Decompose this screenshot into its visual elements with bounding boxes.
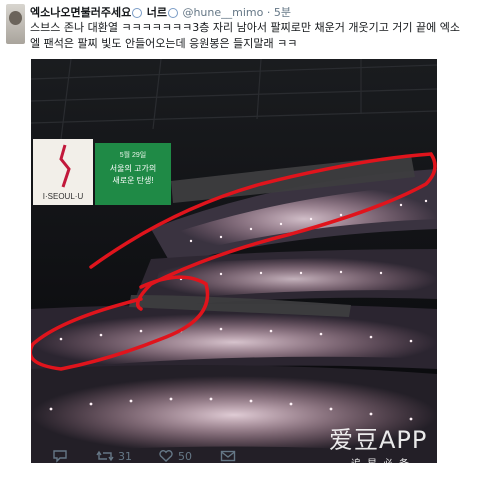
tweet-header: 엑소나오면불러주세요 너르 @hune__mimo · 5분 [30, 4, 470, 20]
banner-green-line1: 5월 29일 [120, 150, 147, 159]
heart-icon [159, 450, 173, 462]
watermark-sub: 追星必备 [351, 459, 415, 470]
ring-emoji-icon [167, 8, 178, 18]
avatar[interactable] [6, 4, 25, 44]
banner-green-line2: 서울의 고가의 [110, 163, 156, 173]
retweet-button[interactable]: 31 [96, 448, 132, 464]
banner-left-text: I·SEOUL·U [43, 192, 84, 201]
direct-message-button[interactable] [220, 448, 240, 464]
banner-green-line3: 새로운 탄생! [112, 175, 153, 185]
watermark-main: 爱豆APP [329, 426, 428, 454]
like-button[interactable]: 50 [158, 448, 192, 464]
retweet-count: 31 [118, 449, 132, 463]
reply-icon [53, 450, 67, 463]
envelope-icon [220, 450, 236, 462]
author-name[interactable]: 엑소나오면불러주세요 [30, 6, 131, 19]
ring-emoji-icon [132, 8, 143, 18]
retweet-icon [96, 450, 114, 462]
app-watermark: 爱豆APP 追星必备 [329, 420, 469, 470]
author-handle[interactable]: @hune__mimo [182, 6, 263, 19]
author-name-suffix[interactable]: 너르 [147, 6, 167, 19]
stadium-photo: I·SEOUL·U 5월 29일 서울의 고가의 새로운 탄생! [31, 59, 437, 463]
tweet-text: 스브스 존나 대환열 ㅋㅋㅋㅋㅋㅋㅋ3층 자리 남아서 팔찌로만 채운거 개웃기… [30, 21, 461, 50]
reply-button[interactable] [52, 448, 72, 464]
like-count: 50 [178, 449, 192, 463]
tweet-time[interactable]: · 5분 [267, 6, 291, 19]
tweet-photo[interactable]: I·SEOUL·U 5월 29일 서울의 고가의 새로운 탄생! [31, 59, 437, 463]
